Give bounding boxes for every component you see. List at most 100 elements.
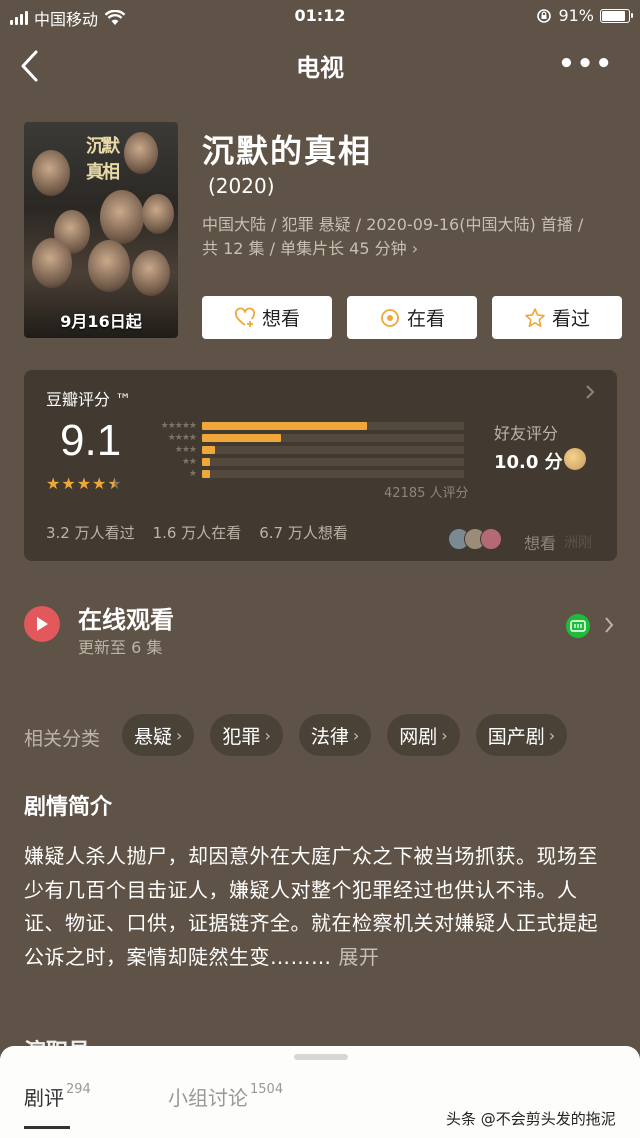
- chevron-right-icon: ›: [548, 725, 556, 745]
- chip-label: 悬疑: [134, 725, 173, 748]
- star-icons: ★★: [181, 457, 197, 467]
- rating-bar-track: [202, 446, 464, 454]
- tab-reviews[interactable]: 剧评 294: [24, 1082, 91, 1111]
- star-icons: ★★★★: [167, 433, 197, 443]
- chevron-right-icon: ›: [352, 725, 360, 745]
- watched-button[interactable]: 看过: [492, 296, 622, 339]
- categories-label: 相关分类: [24, 728, 101, 750]
- chip-label: 法律: [310, 725, 349, 748]
- tab-reviews-count: 294: [66, 1082, 91, 1097]
- rating-bar-4-star: ★★★★: [144, 432, 464, 444]
- star-icon: ★: [61, 474, 76, 493]
- chip-label: 国产剧: [487, 725, 545, 748]
- category-chip-domestic[interactable]: 国产剧 ›: [475, 714, 568, 756]
- tab-group-discussion[interactable]: 小组讨论 1504: [168, 1082, 283, 1111]
- rating-bar-track: [202, 422, 464, 430]
- friend-avatar: [564, 448, 586, 470]
- synopsis-heading: 剧情简介: [24, 795, 113, 820]
- watch-stats: 3.2 万人看过 1.6 万人在看 6.7 万人想看: [46, 522, 348, 543]
- synopsis-text: 嫌疑人杀人抛尸，却因意外在大庭广众之下被当场抓获。现场至少有几百个目击证人，嫌疑…: [24, 840, 618, 974]
- star-icons: ★★★: [174, 445, 197, 455]
- show-year: (2020): [208, 174, 275, 198]
- chevron-right-icon: ›: [264, 725, 271, 745]
- avatar: [480, 528, 502, 550]
- chevron-right-icon: ›: [176, 725, 183, 745]
- category-chip-crime[interactable]: 犯罪 ›: [210, 714, 283, 756]
- rating-label: 豆瓣评分 ™: [46, 390, 132, 409]
- target-icon: [379, 307, 401, 329]
- friends-want-label: 想看: [524, 534, 557, 553]
- chevron-right-icon: ›: [441, 725, 448, 745]
- friend-avatars[interactable]: [448, 528, 502, 550]
- rating-bar-1-star: ★: [144, 468, 464, 480]
- show-meta[interactable]: 中国大陆 / 犯罪 悬疑 / 2020-09-16(中国大陆) 首播 / 共 1…: [202, 213, 622, 261]
- battery-percent: 91%: [558, 6, 594, 25]
- category-chip-web-drama[interactable]: 网剧 ›: [387, 714, 460, 756]
- rating-bar-track: [202, 470, 464, 478]
- poster-date: 9月16日起: [60, 312, 142, 331]
- meta-line-2: 共 12 集 / 单集片长 45 分钟 ›: [202, 239, 419, 258]
- rating-bar-fill: [202, 470, 210, 478]
- category-chip-law[interactable]: 法律 ›: [298, 714, 372, 756]
- rating-bar-track: [202, 458, 464, 466]
- rating-stars: ★ ★ ★ ★ ★: [46, 476, 122, 492]
- sheet-handle[interactable]: [294, 1054, 348, 1060]
- want-to-watch-label: 想看: [261, 308, 300, 330]
- rotation-lock-icon: [537, 8, 552, 23]
- rating-bar-5-star: ★★★★★: [144, 420, 464, 432]
- status-bar: 中国移动 01:12 91%: [0, 0, 640, 34]
- active-tab-indicator: [24, 1126, 70, 1129]
- play-icon[interactable]: [24, 606, 60, 642]
- poster-image[interactable]: 沉默 真相 9月16日起: [24, 122, 178, 338]
- tab-group-count: 1504: [250, 1082, 284, 1097]
- online-watch-title[interactable]: 在线观看: [78, 600, 174, 635]
- watermark: 头条 @不会剪头发的拖泥: [446, 1110, 616, 1128]
- star-icon: ★: [76, 474, 92, 493]
- rating-bar-fill: [202, 446, 215, 454]
- watching-button[interactable]: 在看: [347, 296, 477, 339]
- star-outline-icon: [524, 307, 546, 329]
- rating-distribution: ★★★★★ ★★★★ ★★★ ★★ ★: [144, 420, 464, 480]
- tab-group-label: 小组讨论: [168, 1086, 248, 1110]
- action-buttons: 想看 在看 看过: [202, 296, 622, 339]
- rating-bar-2-star: ★★: [144, 456, 464, 468]
- wanting-count: 6.7 万人想看: [259, 524, 348, 542]
- star-icons: ★★★★★: [160, 421, 197, 431]
- synopsis-body: 嫌疑人杀人抛尸，却因意外在大庭广众之下被当场抓获。现场至少有几百个目击证人，嫌疑…: [24, 844, 598, 969]
- star-icon: ★: [46, 474, 61, 493]
- watched-label: 看过: [551, 308, 590, 330]
- meta-line-1: 中国大陆 / 犯罪 悬疑 / 2020-09-16(中国大陆) 首播 /: [202, 215, 584, 234]
- star-icons: ★: [188, 469, 197, 479]
- faint-label: 洲刚: [564, 535, 592, 551]
- poster-logo: 沉默 真相: [86, 136, 120, 183]
- rating-bar-track: [202, 434, 464, 442]
- want-to-watch-button[interactable]: 想看: [202, 296, 332, 339]
- rating-bar-fill: [202, 434, 281, 442]
- watching-label: 在看: [406, 308, 445, 330]
- friend-rating-label: 好友评分: [494, 424, 559, 443]
- page-title: 电视: [296, 54, 344, 82]
- more-button[interactable]: •••: [558, 51, 614, 77]
- expand-link[interactable]: 展开: [338, 945, 379, 969]
- rating-bar-3-star: ★★★: [144, 444, 464, 456]
- chip-label: 犯罪: [222, 725, 261, 748]
- friend-rating-score: 10.0 分: [494, 452, 563, 473]
- half-star-icon: ★: [107, 474, 122, 493]
- battery-icon: [600, 8, 633, 23]
- category-chip-suspense[interactable]: 悬疑 ›: [122, 714, 195, 756]
- category-chips: 悬疑 › 犯罪 › 法律 › 网剧 › 国产剧 ›: [122, 714, 568, 756]
- chevron-right-icon[interactable]: [604, 616, 614, 638]
- tab-reviews-label: 剧评: [24, 1086, 64, 1110]
- online-watch-subtitle: 更新至 6 集: [78, 638, 163, 657]
- watching-count: 1.6 万人在看: [152, 524, 242, 542]
- status-right: 91%: [536, 6, 633, 25]
- show-title: 沉默的真相: [202, 132, 373, 170]
- rating-bar-fill: [202, 422, 367, 430]
- watched-count: 3.2 万人看过: [46, 524, 135, 542]
- heart-plus-icon: [234, 307, 256, 329]
- star-icon: ★: [92, 474, 107, 493]
- chip-label: 网剧: [399, 725, 438, 748]
- rating-card[interactable]: 豆瓣评分 ™ 9.1 ★ ★ ★ ★ ★ ★★★★★ ★★★★ ★★★ ★★ ★ 421…: [24, 370, 617, 561]
- iqiyi-icon[interactable]: [566, 614, 590, 638]
- chevron-right-icon: [585, 384, 595, 404]
